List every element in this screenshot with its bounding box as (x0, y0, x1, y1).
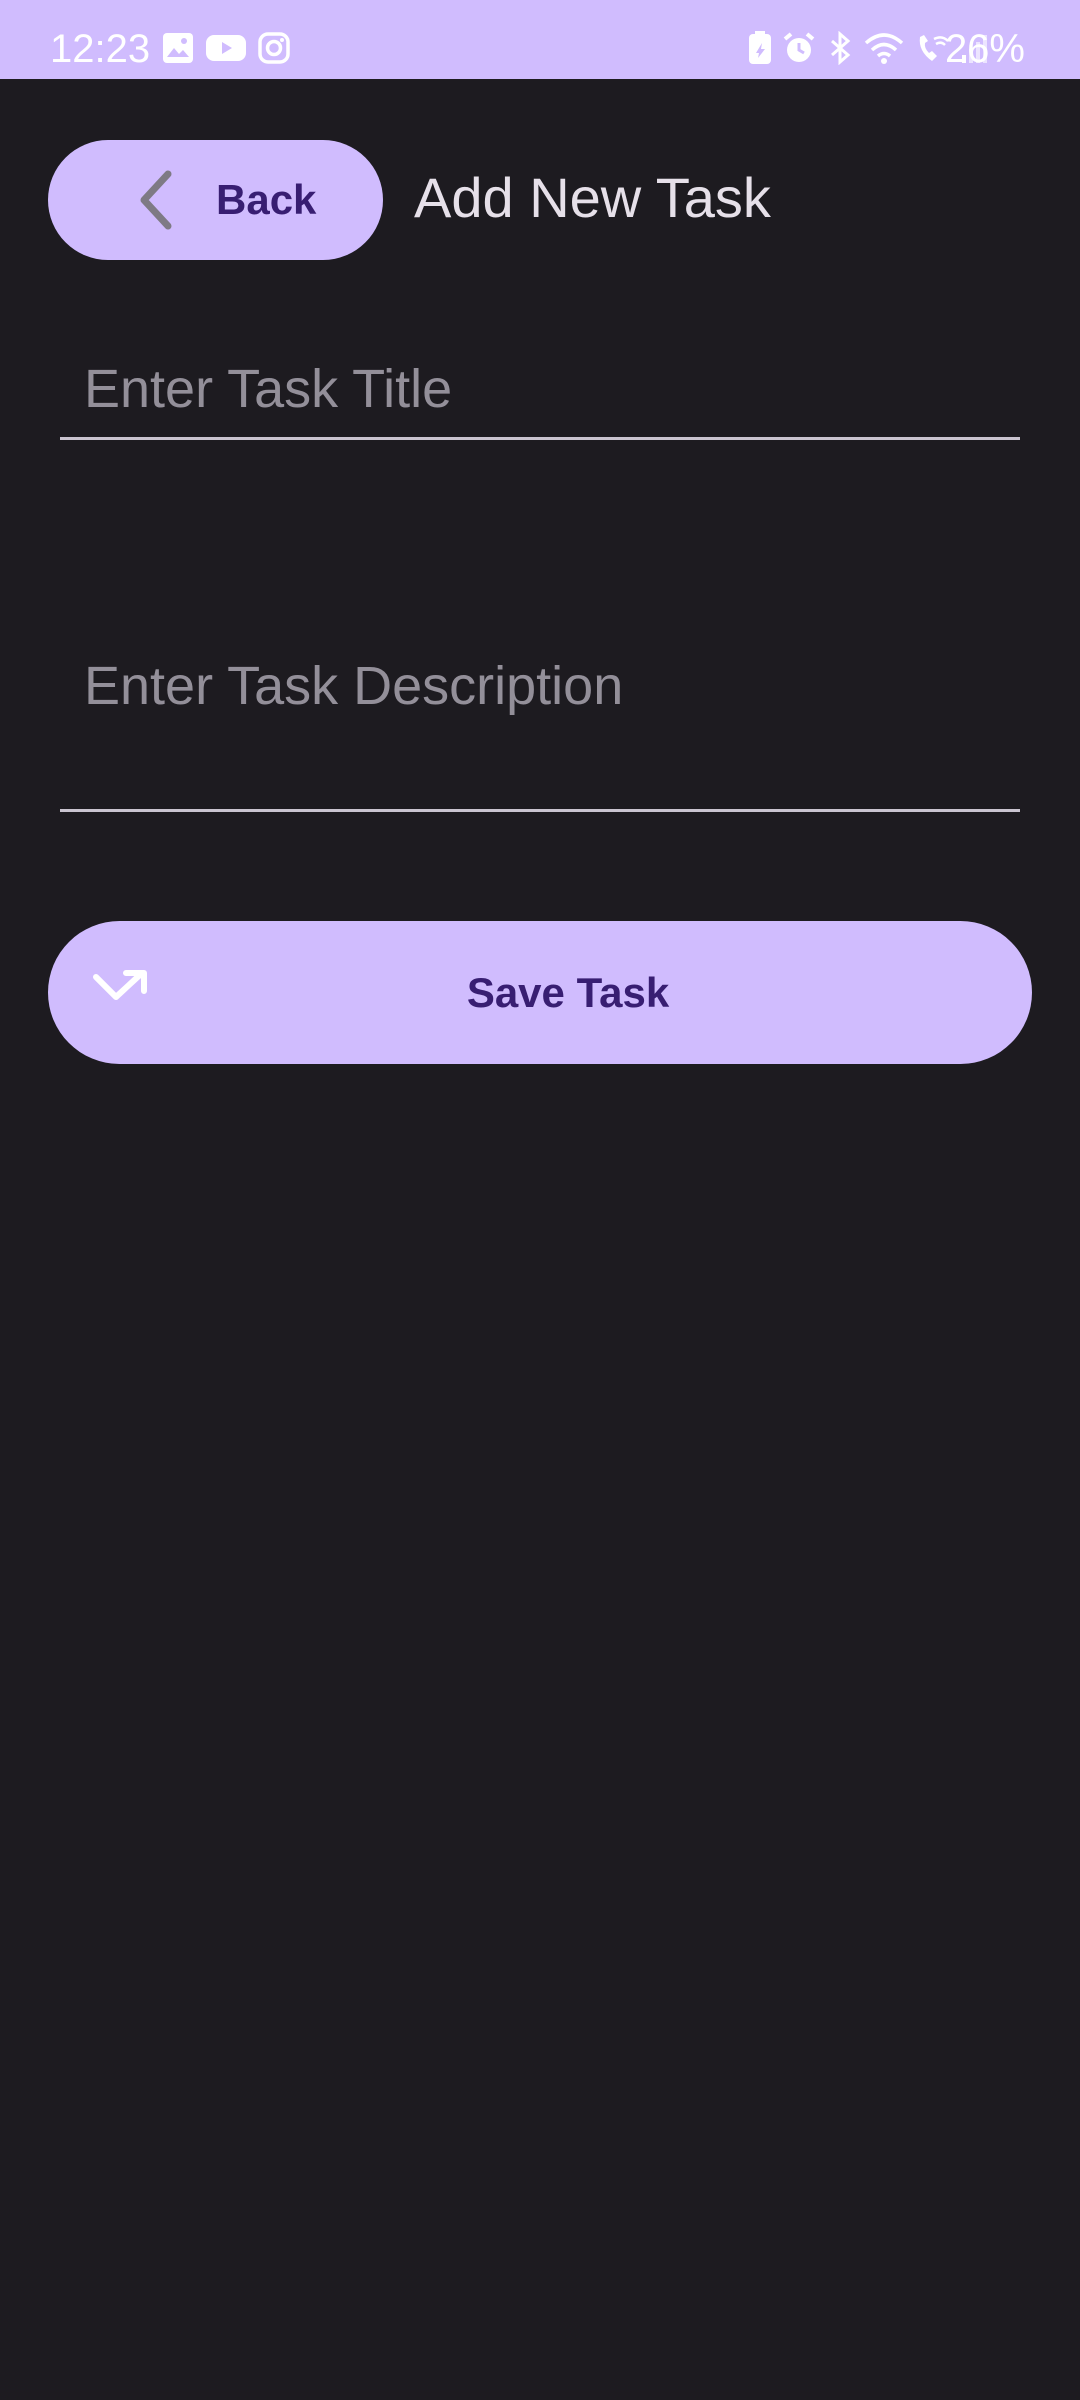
bluetooth-icon (826, 30, 854, 70)
youtube-icon (206, 33, 246, 68)
status-left-icons (162, 30, 290, 70)
status-time: 12:23 (50, 27, 151, 71)
gallery-icon (162, 32, 194, 69)
save-task-label: Save Task (466, 969, 670, 1016)
chevron-left-icon (136, 170, 176, 233)
alarm-icon (782, 31, 816, 70)
back-button[interactable]: Back (48, 140, 383, 260)
instagram-icon (258, 31, 290, 69)
save-task-button[interactable]: Save Task (48, 921, 1032, 1064)
battery-saver-icon (748, 30, 772, 70)
page-title: Add New Task (414, 166, 771, 229)
back-button-label: Back (216, 176, 317, 223)
battery-percent: 26% (944, 27, 1025, 71)
wifi-icon (864, 31, 904, 70)
task-title-input[interactable] (60, 340, 1020, 440)
task-description-input[interactable] (60, 620, 1020, 812)
status-bar: 12:23 26% (0, 0, 1080, 79)
